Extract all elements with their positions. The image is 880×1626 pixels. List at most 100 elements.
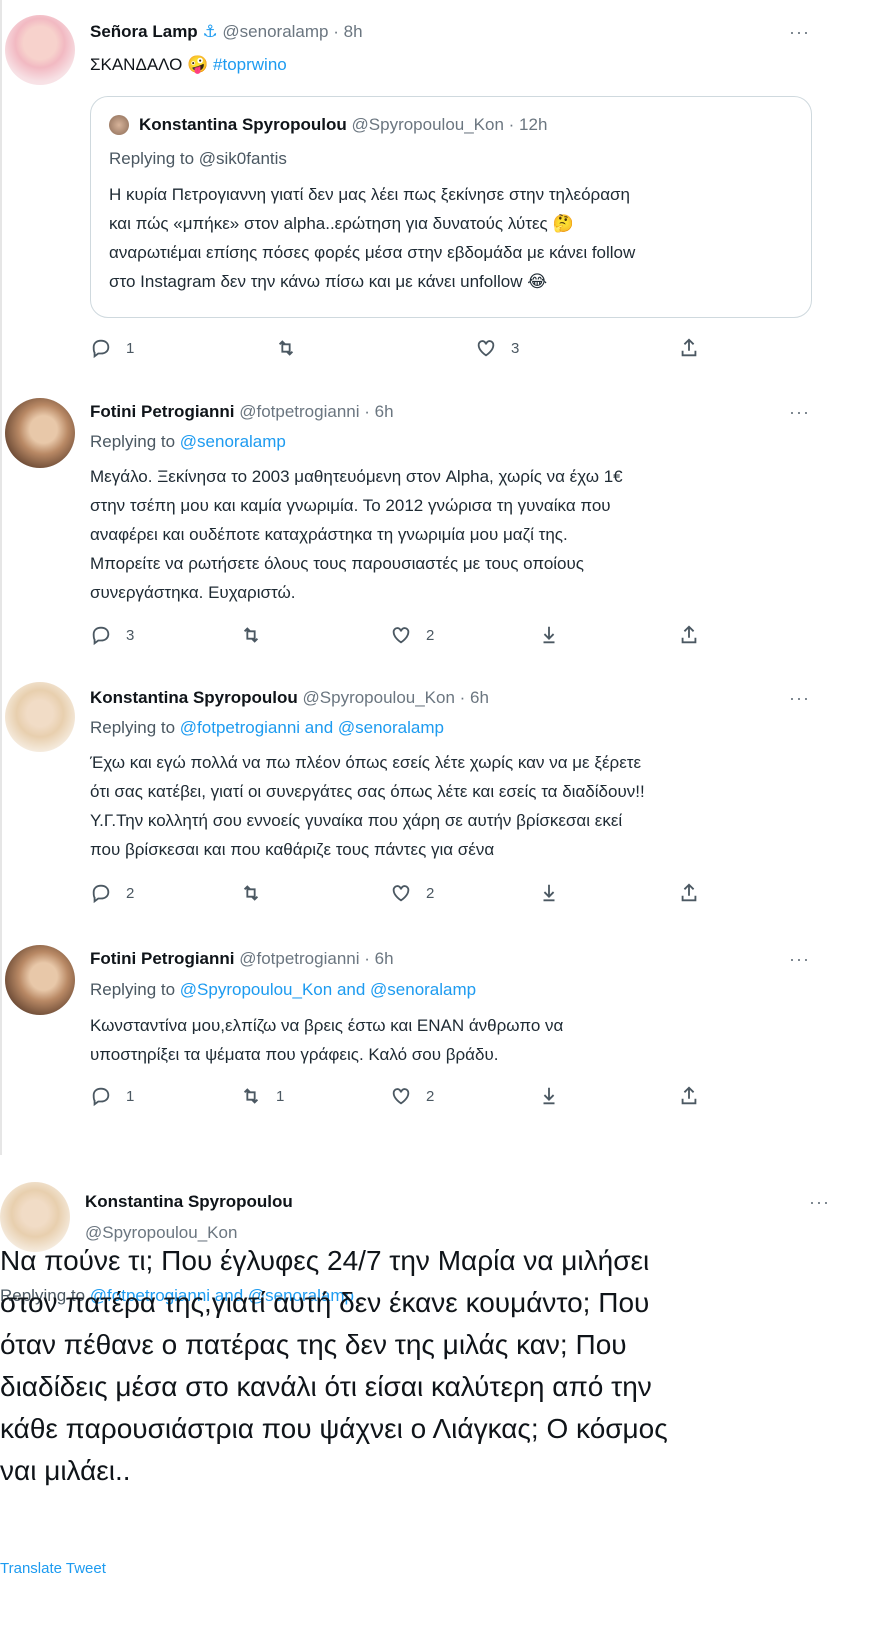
like-button[interactable]: 2: [390, 1085, 434, 1107]
like-count: 2: [426, 1087, 435, 1105]
text-line: που βρίσκεσαι και που καθάριζε τους πάντ…: [90, 840, 495, 859]
reply-count: 1: [126, 339, 135, 357]
main-tweet-text: Να πούνε τι; Που έγλυφες 24/7 την Μαρία …: [0, 1240, 830, 1492]
like-button[interactable]: 3: [475, 337, 519, 359]
quoted-author-handle: @Spyropoulou_Kon · 12h: [351, 115, 548, 134]
more-options-button[interactable]: ···: [809, 1192, 830, 1213]
like-button[interactable]: 2: [390, 882, 434, 904]
share-icon: [681, 883, 697, 902]
tweet-fotpetrogianni-1[interactable]: Fotini Petrogianni @fotpetrogianni · 6h …: [0, 390, 845, 670]
text-line: ναι μιλάει..: [0, 1455, 131, 1486]
reply-count: 1: [126, 1087, 135, 1105]
reply-button[interactable]: 1: [90, 337, 134, 359]
retweet-button[interactable]: [240, 624, 276, 646]
like-count: 2: [426, 626, 435, 644]
tweet-senoralamp[interactable]: Señora Lamp ⚓ @senoralamp · 8h ··· ΣΚΑΝΔ…: [0, 0, 845, 390]
download-button[interactable]: [538, 624, 560, 646]
text-line: και πώς «μπήκε» στον alpha..ερώτηση για …: [109, 214, 574, 233]
tweet-spyropoulou-1[interactable]: Konstantina Spyropoulou @Spyropoulou_Kon…: [0, 670, 845, 935]
text-line: Η κυρία Πετρογιαννη γιατί δεν μας λέει π…: [109, 185, 630, 204]
text-line: Να πούνε τι; Που έγλυφες 24/7 την Μαρία …: [0, 1245, 650, 1276]
reply-button[interactable]: 3: [90, 624, 134, 646]
reply-icon: [92, 339, 110, 359]
tweet-actions: 1 3: [90, 337, 810, 367]
reply-mention-link[interactable]: @fotpetrogianni and @senoralamp: [180, 718, 444, 737]
share-icon: [681, 338, 697, 357]
author-handle[interactable]: @fotpetrogianni · 6h: [239, 402, 393, 421]
tweet-text: Κωνσταντίνα μου,ελπίζω να βρεις έστω και…: [90, 1011, 563, 1069]
tweet-text: Έχω και εγώ πολλά να πω πλέον όπως εσείς…: [90, 748, 645, 864]
author-name[interactable]: Fotini Petrogianni: [90, 949, 235, 968]
text-line: Υ.Γ.Την κολλητή σου εννοείς γυναίκα που …: [90, 811, 623, 830]
share-button[interactable]: [678, 624, 700, 646]
reply-icon: [92, 1087, 110, 1107]
avatar[interactable]: [5, 398, 75, 468]
emoji: 🤪: [187, 55, 209, 74]
share-button[interactable]: [678, 337, 700, 359]
reply-count: 2: [126, 884, 135, 902]
avatar[interactable]: [5, 945, 75, 1015]
download-icon: [543, 626, 555, 644]
share-button[interactable]: [678, 1085, 700, 1107]
author-name[interactable]: Fotini Petrogianni: [90, 402, 235, 421]
hashtag-link[interactable]: #toprwino: [213, 55, 287, 74]
tweet-text-main: ΣΚΑΝΔΑΛΟ: [90, 55, 183, 74]
download-button[interactable]: [538, 882, 560, 904]
text-line: στο Instagram δεν την κάνω πίσω και με κ…: [109, 272, 548, 291]
avatar[interactable]: [5, 682, 75, 752]
text-line: διαδίδεις μέσα στο κανάλι ότι είσαι καλύ…: [0, 1371, 652, 1402]
text-line: κάθε παρουσιάστρια που ψάχνει ο Λιάγκας;…: [0, 1413, 668, 1444]
share-icon: [681, 1086, 697, 1105]
author-name[interactable]: Konstantina Spyropoulou: [90, 688, 298, 707]
quoted-tweet[interactable]: Konstantina Spyropoulou @Spyropoulou_Kon…: [90, 96, 812, 318]
tweet-actions: 2 2: [90, 882, 810, 912]
avatar[interactable]: [5, 15, 75, 85]
like-button[interactable]: 2: [390, 624, 434, 646]
download-icon: [543, 1087, 555, 1105]
replying-to-label: Replying to: [90, 718, 176, 737]
retweet-count: 1: [276, 1087, 285, 1105]
like-count: 3: [511, 339, 520, 357]
replying-to: Replying to @fotpetrogianni and @senoral…: [90, 718, 444, 738]
text-line: όταν πέθανε ο πατέρας της δεν της μιλάς …: [0, 1329, 627, 1360]
download-icon: [543, 884, 555, 902]
text-line: αναφέρει και ουδέποτε καταχράστηκα τη γν…: [90, 525, 568, 544]
text-line: Μεγάλο. Ξεκίνησα το 2003 μαθητευόμενη στ…: [90, 467, 623, 486]
text-line: Κωνσταντίνα μου,ελπίζω να βρεις έστω και…: [90, 1016, 564, 1035]
more-options-button[interactable]: ···: [789, 22, 810, 43]
replying-to: Replying to @Spyropoulou_Kon and @senora…: [90, 980, 476, 1000]
share-button[interactable]: [678, 882, 700, 904]
text-line: ότι σας κατέβει, γιατί οι συνεργάτες σας…: [90, 782, 645, 801]
author-name[interactable]: Señora Lamp: [90, 22, 198, 41]
more-options-button[interactable]: ···: [789, 402, 810, 423]
download-button[interactable]: [538, 1085, 560, 1107]
anchor-icon: ⚓: [202, 22, 218, 41]
reply-mention-link[interactable]: @Spyropoulou_Kon and @senoralamp: [180, 980, 476, 999]
author-handle[interactable]: @fotpetrogianni · 6h: [239, 949, 393, 968]
author-name[interactable]: Konstantina Spyropoulou: [85, 1192, 293, 1211]
tweet-fotpetrogianni-2[interactable]: Fotini Petrogianni @fotpetrogianni · 6h …: [0, 935, 845, 1155]
like-icon: [477, 340, 495, 357]
retweet-button[interactable]: 1: [240, 1085, 284, 1107]
tweet-actions: 3 2: [90, 624, 810, 654]
replying-to-label: Replying to: [90, 432, 176, 451]
tweet-text: ΣΚΑΝΔΑΛΟ 🤪 #toprwino: [90, 55, 287, 75]
author-handle[interactable]: @Spyropoulou_Kon · 6h: [303, 688, 489, 707]
reply-button[interactable]: 1: [90, 1085, 134, 1107]
reply-button[interactable]: 2: [90, 882, 134, 904]
reply-icon: [92, 626, 110, 646]
quoted-header: Konstantina Spyropoulou @Spyropoulou_Kon…: [139, 115, 547, 135]
retweet-button[interactable]: [240, 882, 276, 904]
text-line: συνεργάστηκα. Ευχαριστώ.: [90, 583, 296, 602]
share-icon: [681, 625, 697, 644]
more-options-button[interactable]: ···: [789, 949, 810, 970]
tweet-header: Konstantina Spyropoulou @Spyropoulou_Kon…: [90, 688, 489, 708]
text-line: Έχω και εγώ πολλά να πω πλέον όπως εσείς…: [90, 753, 642, 772]
reply-mention-link[interactable]: @senoralamp: [180, 432, 286, 451]
author-handle[interactable]: @senoralamp · 8h: [222, 22, 362, 41]
translate-tweet-link[interactable]: Translate Tweet: [0, 1560, 106, 1577]
more-options-button[interactable]: ···: [789, 688, 810, 709]
text-line: Μπορείτε να ρωτήσετε όλους τους παρουσια…: [90, 554, 584, 573]
retweet-button[interactable]: [275, 337, 311, 359]
replying-to-label: Replying to: [90, 980, 176, 999]
